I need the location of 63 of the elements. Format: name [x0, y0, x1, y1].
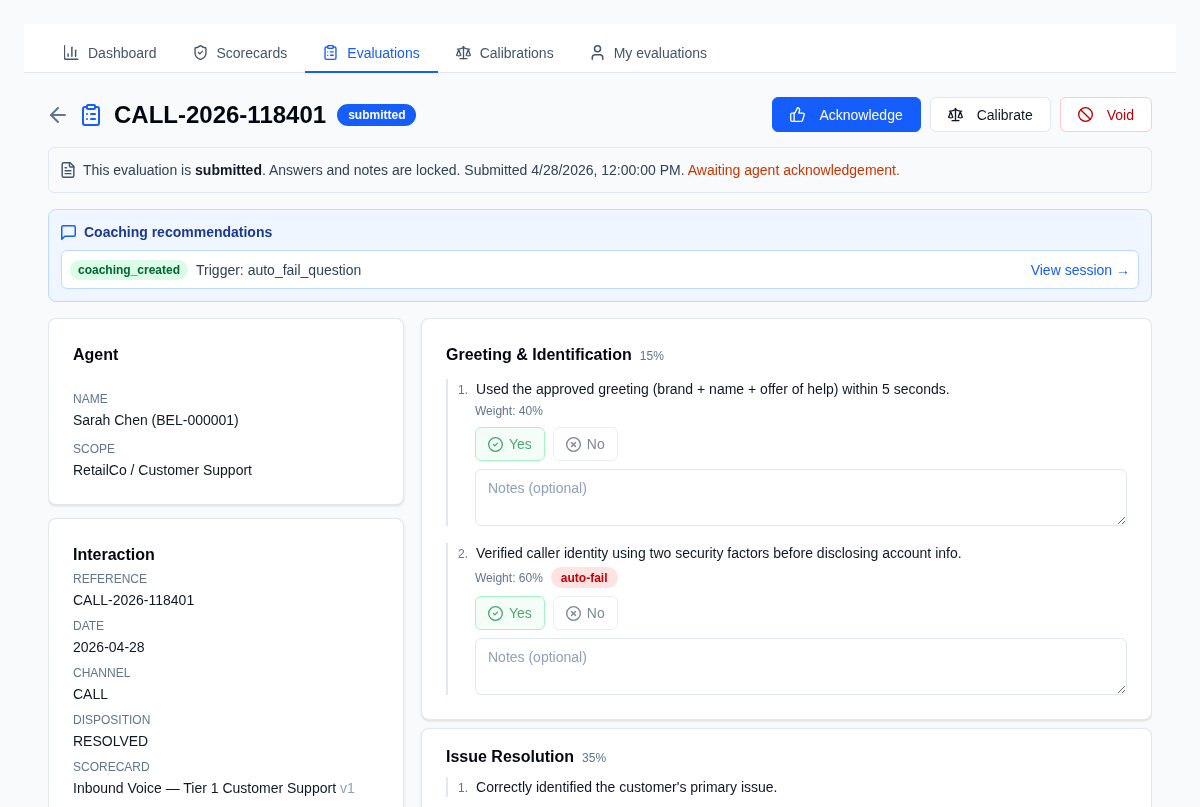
- clipboard-icon: [323, 45, 339, 60]
- nav-tab[interactable]: Calibrations: [437, 34, 572, 73]
- card-title: Interaction: [73, 545, 156, 565]
- prohibited-icon: [1077, 107, 1093, 122]
- question-weight: Weight: 60%: [475, 569, 543, 586]
- section-weight: 35%: [582, 750, 607, 766]
- field-label: SCORECARD: [73, 759, 151, 775]
- check-circle-icon: [488, 436, 503, 452]
- nav-tab[interactable]: My evaluations: [571, 34, 726, 73]
- question-text: Verified caller identity using two security factors before disclosing account info.: [476, 544, 962, 563]
- question-number: 1.: [458, 780, 468, 796]
- scale-icon: [455, 45, 471, 60]
- question-number: 2.: [458, 546, 468, 562]
- field-value: Inbound Voice — Tier 1 Customer Support: [73, 779, 337, 798]
- section-weight: 15%: [639, 348, 664, 364]
- field-value: CALL-2026-118401: [73, 591, 195, 610]
- shield-check-icon: [192, 45, 208, 60]
- nav-tab[interactable]: Dashboard: [46, 34, 175, 73]
- field-label: SCOPE: [73, 441, 116, 457]
- section-title: Issue Resolution: [446, 747, 575, 767]
- page-title: CALL-2026-118401: [114, 99, 327, 130]
- question-text: Correctly identified the customer's primary issue.: [476, 778, 778, 797]
- bar-chart-icon: [64, 45, 79, 60]
- field-label: NAME: [73, 391, 109, 407]
- question-text: Used the approved greeting (brand + name + offer of help) within 5 seconds.: [476, 380, 950, 399]
- field-label: DISPOSITION: [73, 712, 152, 728]
- field-value: RetailCo / Customer Support: [73, 461, 252, 480]
- question-weight: Weight: 40%: [475, 403, 543, 419]
- clipboard-icon: [82, 103, 100, 126]
- auto-fail-badge: auto-fail: [550, 567, 618, 588]
- chat-bubble-icon: [61, 224, 76, 240]
- x-circle-icon: [565, 605, 581, 621]
- question-number: 1.: [458, 382, 468, 398]
- view-session-link[interactable]: View session →: [1030, 259, 1130, 280]
- action-button[interactable]: Void: [1059, 97, 1152, 132]
- field-label: DATE: [73, 618, 106, 634]
- status-badge: submitted: [337, 103, 417, 126]
- field-label: REFERENCE: [73, 571, 148, 587]
- scale-icon: [947, 107, 963, 122]
- nav-tab[interactable]: Evaluations: [305, 34, 438, 73]
- field-value: Sarah Chen (BEL-000001): [73, 411, 239, 430]
- section-title: Greeting & Identification: [446, 345, 632, 365]
- field-label: CHANNEL: [73, 665, 132, 681]
- notes-field[interactable]: Notes (optional): [475, 638, 1127, 695]
- x-circle-icon: [565, 436, 581, 452]
- notes-field[interactable]: Notes (optional): [475, 469, 1127, 526]
- field-value: RESOLVED: [73, 732, 149, 751]
- trigger-text: Trigger: auto_fail_question: [196, 260, 362, 280]
- check-circle-icon: [488, 605, 503, 621]
- status-note: Awaiting agent acknowledgement.: [687, 162, 900, 178]
- panel-title: Coaching recommendations: [84, 223, 273, 242]
- document-icon: [61, 162, 75, 178]
- version-label: v1: [340, 779, 355, 798]
- field-value: 2026-04-28: [73, 638, 145, 657]
- user-icon: [589, 45, 605, 60]
- notice-text: This evaluation is submitted. Answers and notes are locked. Submitted 4/28/2026, 12:00:00 PM.: [83, 162, 685, 178]
- action-button[interactable]: Acknowledge: [772, 97, 921, 132]
- thumbs-up-icon: [790, 107, 806, 122]
- coaching-status-badge: coaching_created: [70, 259, 189, 280]
- field-value: CALL: [73, 685, 109, 704]
- action-button[interactable]: Calibrate: [929, 97, 1051, 132]
- nav-tab[interactable]: Scorecards: [174, 34, 306, 73]
- card-title: Agent: [73, 345, 120, 365]
